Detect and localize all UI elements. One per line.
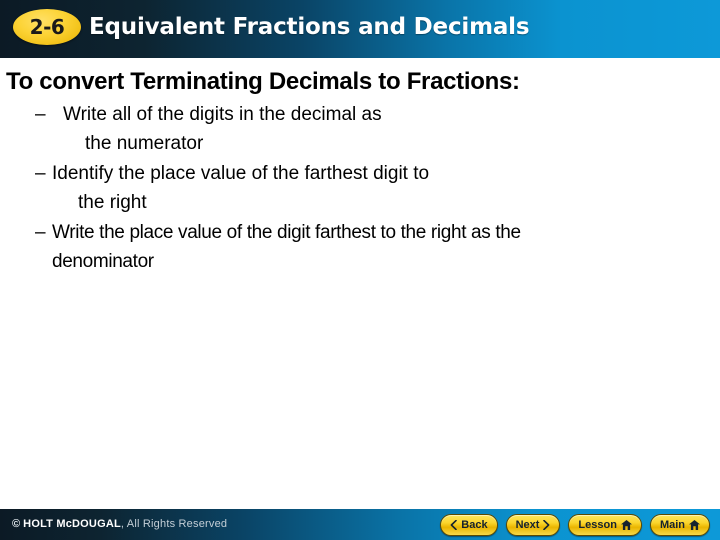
- chevron-right-icon: [543, 520, 550, 530]
- copyright-symbol: ©: [12, 518, 21, 530]
- next-button-label: Next: [515, 518, 540, 531]
- navigation-buttons: Back Next Lesson Main: [440, 514, 710, 536]
- bullet-dash-icon: –: [35, 222, 46, 243]
- list-item-text: Write all of the digits in the decimal a…: [63, 100, 382, 158]
- list-item-line1: Write all of the digits in the decimal a…: [63, 104, 382, 125]
- main-button[interactable]: Main: [649, 514, 710, 536]
- list-item-text: Write the place value of the digit farth…: [52, 218, 521, 276]
- slide-content: To convert Terminating Decimals to Fract…: [0, 58, 720, 509]
- back-button[interactable]: Back: [440, 514, 498, 536]
- list-item-text: Identify the place value of the farthest…: [52, 159, 429, 217]
- lesson-button[interactable]: Lesson: [568, 514, 642, 536]
- next-button[interactable]: Next: [505, 514, 561, 536]
- list-item-line2: the right: [78, 192, 147, 213]
- bullet-dash-icon: –: [35, 163, 46, 184]
- list-item: – Write the place value of the digit far…: [0, 218, 720, 276]
- publisher-name: HOLT McDOUGAL: [23, 518, 121, 530]
- back-button-label: Back: [461, 518, 488, 531]
- lesson-button-label: Lesson: [578, 518, 617, 531]
- slide-header: 2-6 Equivalent Fractions and Decimals: [0, 0, 720, 58]
- lesson-number-label: 2-6: [29, 15, 65, 39]
- slide-footer: © HOLT McDOUGAL, All Rights Reserved Bac…: [0, 509, 720, 540]
- chevron-left-icon: [450, 520, 458, 530]
- list-item-line2: denominator: [52, 251, 154, 272]
- section-heading: To convert Terminating Decimals to Fract…: [6, 68, 520, 95]
- bullet-dash-icon: –: [35, 104, 46, 125]
- home-icon: [689, 520, 700, 530]
- rights-text: , All Rights Reserved: [120, 518, 228, 530]
- list-item: – Identify the place value of the farthe…: [0, 159, 720, 217]
- lesson-number-badge: 2-6: [13, 9, 81, 45]
- page-title: Equivalent Fractions and Decimals: [89, 14, 530, 40]
- list-item: – Write all of the digits in the decimal…: [0, 100, 720, 158]
- list-item-line1: Write the place value of the digit farth…: [52, 222, 521, 243]
- list-item-line2: the numerator: [85, 133, 204, 154]
- copyright-notice: © HOLT McDOUGAL, All Rights Reserved: [12, 517, 227, 531]
- home-icon: [620, 520, 632, 530]
- main-button-label: Main: [659, 518, 685, 531]
- list-item-line1: Identify the place value of the farthest…: [52, 163, 430, 184]
- instruction-list: – Write all of the digits in the decimal…: [0, 100, 720, 276]
